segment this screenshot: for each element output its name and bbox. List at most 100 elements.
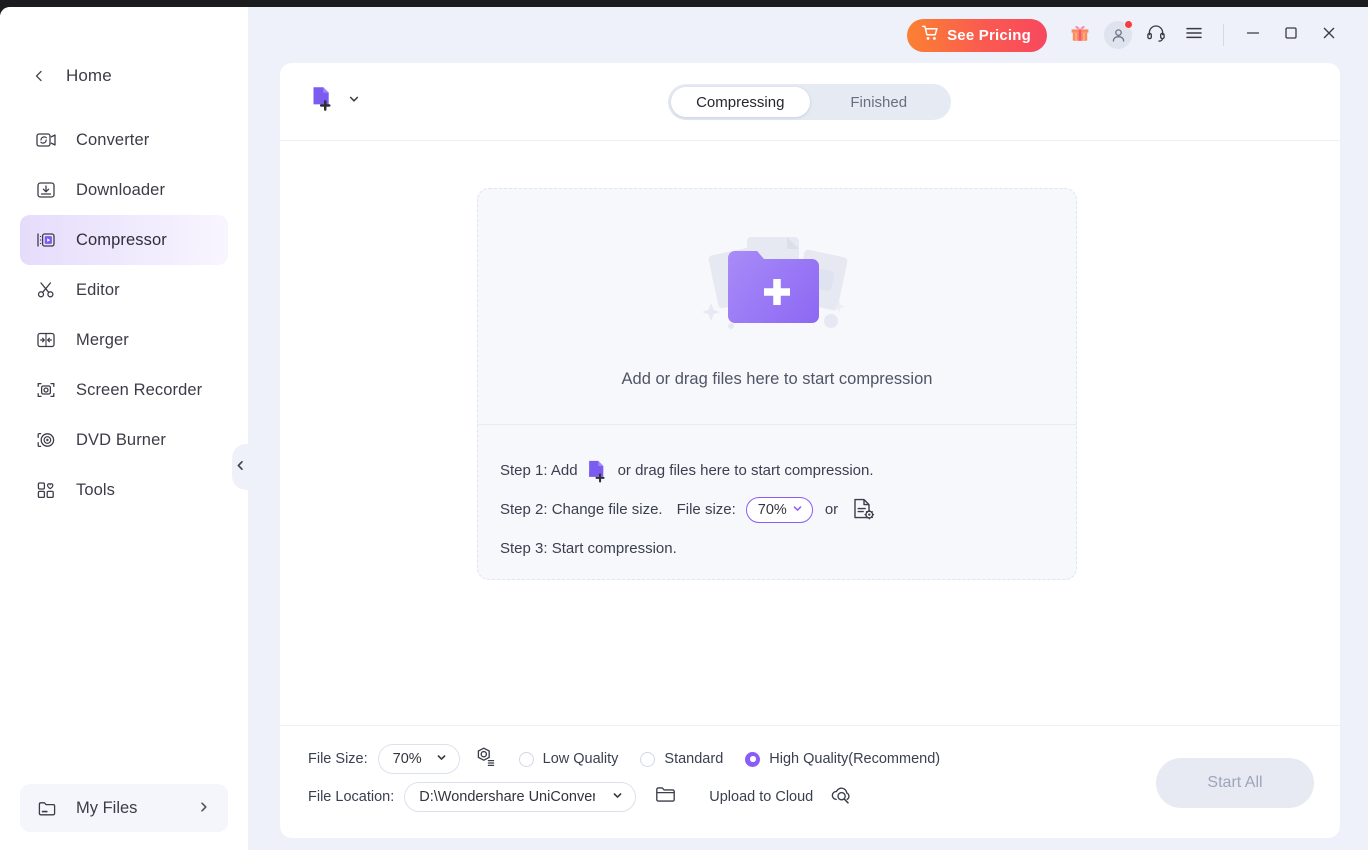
close-icon [1321,25,1337,46]
step2-filesize-value: 70% [758,502,787,518]
sidebar-item-label: Editor [76,281,120,300]
notification-dot [1124,20,1133,29]
radio-label: Low Quality [543,751,619,767]
radio-label: High Quality(Recommend) [769,751,940,767]
upload-to-cloud-button[interactable] [829,782,854,812]
compressor-icon [34,228,58,252]
radio-indicator [745,752,760,767]
radio-indicator [519,752,534,767]
sidebar-item-label: Screen Recorder [76,381,202,400]
maximize-button[interactable] [1272,17,1310,53]
file-size-row: File Size: 70% [308,744,940,774]
sidebar-item-editor[interactable]: Editor [20,265,228,315]
sidebar-home-label: Home [66,66,112,86]
radio-high-quality[interactable]: High Quality(Recommend) [745,751,940,767]
screen-recorder-icon [34,378,58,402]
see-pricing-label: See Pricing [947,27,1031,44]
add-file-button[interactable] [308,83,360,118]
radio-low-quality[interactable]: Low Quality [519,751,619,767]
sidebar-item-label: Converter [76,131,149,150]
sidebar-item-label: Merger [76,331,129,350]
sidebar-item-dvd-burner[interactable]: DVD Burner [20,415,228,465]
converter-icon [34,128,58,152]
cloud-upload-icon [829,782,854,812]
close-button[interactable] [1310,17,1348,53]
scissors-icon [34,278,58,302]
file-location-label: File Location: [308,789,394,805]
sidebar-item-label: Downloader [76,181,165,200]
sidebar-home-button[interactable]: Home [22,55,222,97]
tab-finished[interactable]: Finished [810,87,949,117]
application-window: Home Converter Downloader Compressor [0,7,1368,850]
minimize-button[interactable] [1234,17,1272,53]
chevron-left-icon [235,460,246,474]
start-all-button[interactable]: Start All [1156,758,1314,808]
sidebar-item-label: DVD Burner [76,431,166,450]
step-1: Step 1: Add or drag files here to start … [500,451,1054,490]
sidebar-item-tools[interactable]: Tools [20,465,228,515]
chevron-right-icon [198,801,210,816]
tab-label: Finished [850,94,907,111]
gift-button[interactable] [1063,18,1097,52]
sidebar-item-label: Compressor [76,231,167,250]
file-size-label: File Size: [308,751,368,767]
sidebar-item-converter[interactable]: Converter [20,115,228,165]
my-files-label: My Files [76,799,137,818]
file-settings-icon[interactable] [850,496,877,523]
dropzone-container: Add or drag files here to start compress… [477,188,1077,580]
step2-prefix: Step 2: Change file size. [500,501,663,518]
file-size-value: 70% [379,751,422,767]
file-location-select[interactable]: D:\Wondershare UniConverter 1 [404,782,636,812]
step1-prefix: Step 1: Add [500,462,578,479]
dvd-burner-icon [34,428,58,452]
sidebar-item-screen-recorder[interactable]: Screen Recorder [20,365,228,415]
radio-indicator [640,752,655,767]
gift-icon [1069,22,1091,49]
step-3: Step 3: Start compression. [500,529,1054,568]
see-pricing-button[interactable]: See Pricing [907,19,1047,52]
steps-panel: Step 1: Add or drag files here to start … [478,425,1076,568]
headset-icon [1145,22,1167,49]
sidebar: Home Converter Downloader Compressor [0,7,248,850]
my-files-button[interactable]: My Files [20,784,228,832]
upload-to-cloud-label[interactable]: Upload to Cloud [709,789,813,805]
account-button[interactable] [1101,18,1135,52]
step3-label: Step 3: Start compression. [500,540,677,557]
bottom-bar: File Size: 70% [280,725,1340,838]
step2-filesize-dropdown[interactable]: 70% [746,497,813,523]
quality-settings-button[interactable] [474,745,497,773]
account-icon [1104,21,1132,49]
sidebar-item-label: Tools [76,481,115,500]
browse-folder-button[interactable] [654,783,677,811]
file-location-row: File Location: D:\Wondershare UniConvert… [308,782,854,812]
status-tabs: Compressing Finished [668,84,951,120]
step-2: Step 2: Change file size. File size: 70%… [500,490,1054,529]
radio-label: Standard [664,751,723,767]
sidebar-nav: Converter Downloader Compressor Editor [0,115,248,515]
chevron-left-icon [32,69,46,83]
tab-label: Compressing [696,94,784,111]
hamburger-menu-icon [1183,22,1205,49]
tab-compressing[interactable]: Compressing [671,87,810,117]
quality-settings-icon [474,745,497,773]
step1-suffix: or drag files here to start compression. [618,462,874,479]
sidebar-collapse-handle[interactable] [232,444,250,490]
chevron-down-icon [436,752,447,766]
chevron-down-icon [792,503,803,517]
radio-standard[interactable]: Standard [640,751,723,767]
sidebar-item-merger[interactable]: Merger [20,315,228,365]
file-dropzone[interactable]: Add or drag files here to start compress… [478,189,1076,425]
file-size-select[interactable]: 70% [378,744,460,774]
main-pane: See Pricing [248,7,1368,850]
sidebar-item-downloader[interactable]: Downloader [20,165,228,215]
title-bar: See Pricing [248,7,1368,63]
menu-button[interactable] [1177,18,1211,52]
support-button[interactable] [1139,18,1173,52]
sidebar-item-compressor[interactable]: Compressor [20,215,228,265]
step2-filesize-label: File size: [677,501,736,518]
add-file-icon[interactable] [584,457,612,485]
file-location-value: D:\Wondershare UniConverter 1 [405,789,595,805]
step2-or-label: or [825,501,838,518]
chevron-down-icon [612,790,623,804]
chevron-down-icon [348,93,360,108]
